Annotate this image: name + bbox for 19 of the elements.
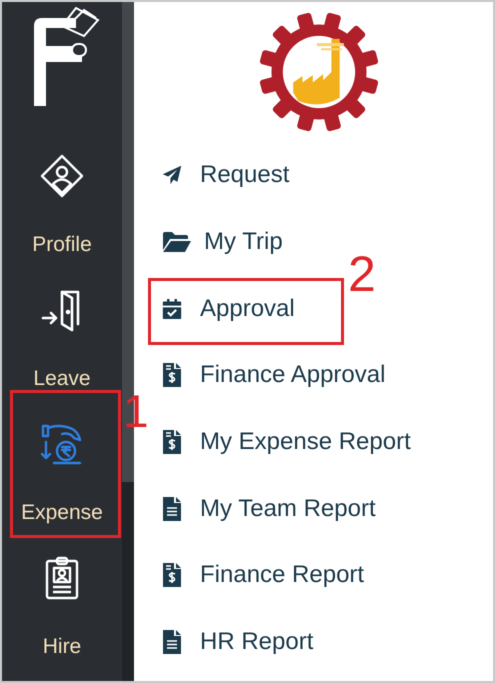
dollar-document-icon (162, 362, 182, 388)
document-icon (162, 629, 182, 656)
sidebar-item[interactable]: Profile (32, 233, 92, 257)
dollar-document-icon (162, 562, 182, 588)
menu-item[interactable]: Finance Approval (200, 361, 386, 390)
menu-item[interactable]: My Trip (204, 228, 283, 256)
menu-item[interactable]: My Expense Report (200, 428, 411, 456)
menu-item[interactable]: HR Report (200, 628, 314, 656)
dollar-document-icon (162, 429, 182, 456)
document-icon (162, 496, 182, 522)
annotation-number: 2 (348, 249, 376, 300)
sidebar-item[interactable]: Expense (21, 501, 103, 525)
menu-item[interactable]: Finance Report (200, 561, 364, 590)
folder-icon (162, 230, 192, 254)
menu-item[interactable]: My Team Report (200, 494, 376, 523)
sidebar-item[interactable]: Hire (42, 635, 82, 659)
menu-item[interactable]: Request (200, 161, 290, 190)
sidebar-item[interactable]: Leave (33, 367, 91, 391)
menu-item[interactable]: Approval (200, 294, 295, 323)
